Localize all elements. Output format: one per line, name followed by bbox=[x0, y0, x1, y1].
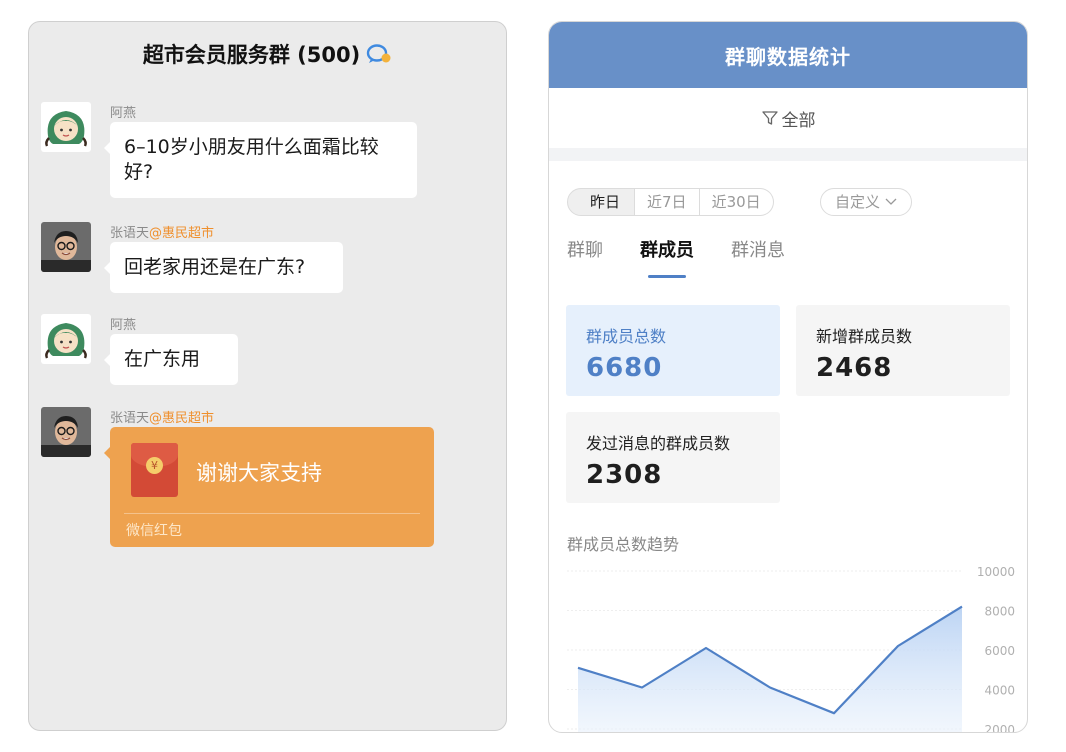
stat-card-active-members[interactable]: 发过消息的群成员数 2308 bbox=[566, 412, 780, 503]
avatar[interactable] bbox=[41, 102, 91, 152]
divider bbox=[124, 513, 420, 514]
sender-name: 张语天@惠民超市 bbox=[110, 226, 215, 241]
chat-title: 超市会员服务群 (500) bbox=[142, 43, 361, 67]
member-trend-chart: 10000 8000 6000 4000 2000 bbox=[567, 565, 1015, 732]
range-30-days[interactable]: 近30日 bbox=[699, 188, 774, 216]
stat-card-total-members[interactable]: 群成员总数 6680 bbox=[566, 305, 780, 396]
filter-icon bbox=[761, 111, 778, 125]
y-tick-label: 2000 bbox=[984, 723, 1015, 732]
red-packet-card[interactable]: ¥ 谢谢大家支持 微信红包 bbox=[104, 427, 434, 547]
message-bubble[interactable]: 6–10岁小朋友用什么面霜比较好? bbox=[104, 122, 417, 198]
sender-name: 阿燕 bbox=[110, 318, 137, 333]
stat-value: 2468 bbox=[816, 353, 893, 383]
sender-name: 张语天@惠民超市 bbox=[110, 411, 215, 426]
stat-card-new-members[interactable]: 新增群成员数 2468 bbox=[796, 305, 1010, 396]
red-packet-message: 谢谢大家支持 bbox=[196, 461, 322, 485]
message-bubble[interactable]: 回老家用还是在广东? bbox=[104, 242, 343, 293]
series-area bbox=[578, 606, 962, 732]
y-tick-label: 4000 bbox=[984, 684, 1015, 698]
y-tick-label: 6000 bbox=[984, 644, 1015, 658]
avatar[interactable] bbox=[41, 314, 91, 364]
group-chat-icon[interactable] bbox=[366, 43, 392, 65]
chat-window: 超市会员服务群 (500) 阿燕 6–10岁小朋友用什么面霜比较好? 张语天@惠… bbox=[28, 21, 507, 731]
chevron-down-icon bbox=[885, 198, 897, 205]
red-envelope-icon: ¥ bbox=[131, 443, 178, 497]
message-bubble[interactable]: 在广东用 bbox=[104, 334, 238, 385]
custom-range-button[interactable]: 自定义 bbox=[820, 188, 913, 216]
stats-panel: 群聊数据统计 全部 昨日 近7日 近30日 自定义 群聊 群成员 群消息 群成员… bbox=[548, 21, 1028, 733]
trend-chart-title: 群成员总数趋势 bbox=[567, 535, 680, 554]
range-7-days[interactable]: 近7日 bbox=[635, 188, 700, 216]
tab-group-messages[interactable]: 群消息 bbox=[731, 236, 785, 278]
stat-value: 6680 bbox=[586, 353, 663, 383]
filter-label: 全部 bbox=[781, 110, 816, 131]
filter-button[interactable]: 全部 bbox=[549, 88, 1027, 148]
stat-label: 发过消息的群成员数 bbox=[586, 434, 731, 453]
y-tick-label: 8000 bbox=[984, 605, 1015, 619]
custom-range-label: 自定义 bbox=[835, 192, 881, 211]
range-yesterday[interactable]: 昨日 bbox=[567, 188, 636, 216]
date-range-selector: 昨日 近7日 近30日 bbox=[567, 188, 774, 216]
page-title: 群聊数据统计 bbox=[725, 44, 851, 69]
stat-label: 群成员总数 bbox=[586, 327, 667, 346]
stats-header: 群聊数据统计 bbox=[549, 22, 1027, 88]
stat-label: 新增群成员数 bbox=[816, 327, 913, 346]
avatar[interactable] bbox=[41, 407, 91, 457]
sender-tag: @惠民超市 bbox=[149, 411, 215, 426]
y-tick-label: 10000 bbox=[977, 565, 1015, 579]
chat-header: 超市会员服务群 (500) bbox=[29, 22, 506, 86]
divider bbox=[549, 148, 1027, 161]
tab-bar: 群聊 群成员 群消息 bbox=[567, 236, 822, 278]
tab-group-chat[interactable]: 群聊 bbox=[567, 236, 603, 278]
sender-name: 阿燕 bbox=[110, 106, 137, 121]
sender-tag: @惠民超市 bbox=[149, 226, 215, 241]
red-packet-label: 微信红包 bbox=[126, 523, 182, 539]
tab-group-members[interactable]: 群成员 bbox=[640, 236, 694, 278]
stat-value: 2308 bbox=[586, 460, 663, 490]
avatar[interactable] bbox=[41, 222, 91, 272]
